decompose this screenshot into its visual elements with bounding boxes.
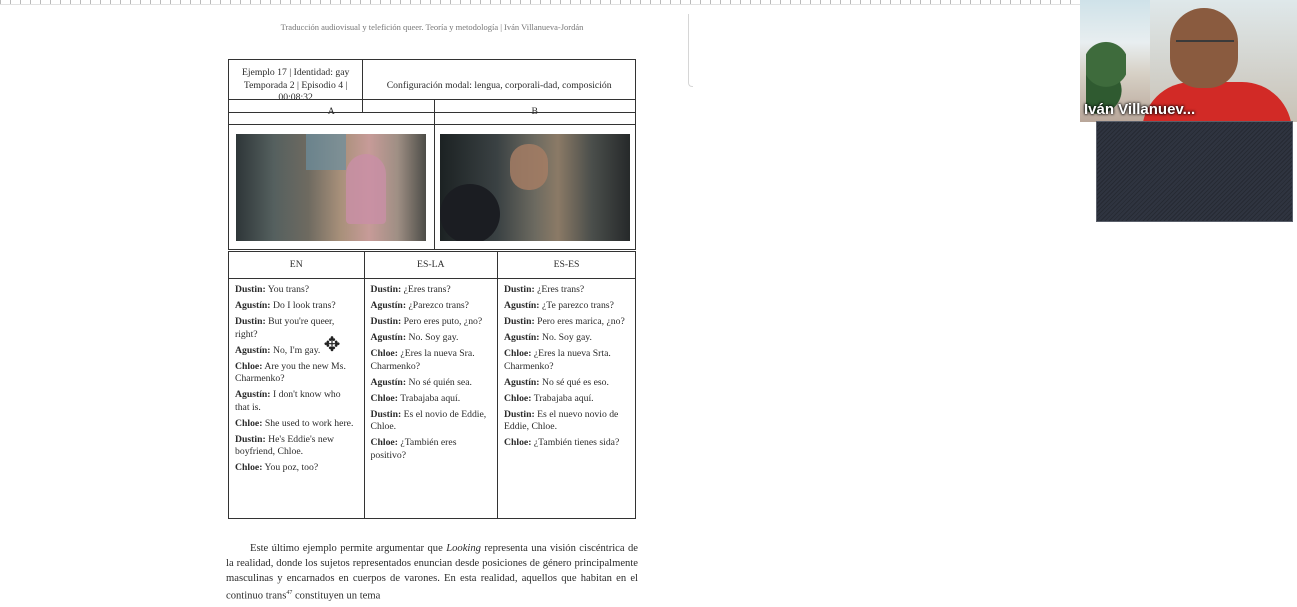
dialogue-line: Chloe: You poz, too?	[235, 462, 358, 475]
dialogue-line: Chloe: Trabajaba aquí.	[504, 393, 629, 406]
dialogue-line: Chloe: ¿Eres la nueva Srta. Charmenko?	[504, 348, 629, 373]
dialogue-line: Agustín: Do I look trans?	[235, 300, 358, 313]
dialogue-line: Chloe: ¿Eres la nueva Sra. Charmenko?	[371, 348, 491, 373]
still-image-a	[236, 133, 427, 241]
dialogue-text: No sé qué es eso.	[539, 376, 609, 388]
paragraph-text-3: constituyen un tema	[292, 590, 381, 602]
dialogue-line: Chloe: Are you the new Ms. Charmenko?	[235, 361, 358, 386]
still-image-b	[439, 133, 630, 241]
dialogue-text: No sé quién sea.	[406, 376, 472, 388]
dialogue-text: No. Soy gay.	[406, 332, 459, 343]
speaker-name: Agustín:	[504, 332, 540, 343]
dialogue-line: Agustín: ¿Parezco trans?	[371, 300, 491, 313]
speaker-name: Agustín:	[235, 300, 271, 311]
dialogue-line: Dustin: ¿Eres trans?	[504, 284, 629, 297]
body-paragraph: Este último ejemplo permite argumentar q…	[226, 541, 638, 604]
participant-name-label: Iván Villanuev...	[1084, 101, 1196, 118]
dialogue-line: Agustín: No sé qué es eso.	[504, 377, 629, 390]
dialogue-text: Do I look trans?	[270, 300, 336, 311]
speaker-name: Chloe:	[370, 392, 398, 404]
speaker-name: Chloe:	[235, 360, 263, 372]
speaker-name: Agustín:	[235, 344, 271, 356]
dialogue-line: Agustín: No. Soy gay.	[504, 332, 629, 345]
dialogue-line: Dustin: Pero eres marica, ¿no?	[504, 316, 629, 329]
dialogue-es-es: Dustin: ¿Eres trans? Agustín: ¿Te parezco…	[497, 278, 636, 519]
speaker-name: Chloe:	[235, 417, 263, 429]
speaker-name: Chloe:	[235, 462, 263, 473]
example-id: Ejemplo 17 | Identidad: gay	[241, 67, 350, 78]
dialogue-line: Agustín: No. Soy gay.	[371, 332, 491, 345]
dialogue-line: Chloe: ¿También eres positivo?	[371, 437, 491, 462]
speaker-name: Dustin:	[504, 284, 535, 295]
speaker-name: Agustín:	[235, 389, 271, 400]
dialogue-line: Chloe: Trabajaba aquí.	[371, 393, 491, 406]
top-ruler	[0, 0, 1080, 5]
speaker-name: Agustín:	[370, 332, 407, 343]
dialogue-line: Dustin: Es el nuevo novio de Eddie, Chlo…	[504, 409, 629, 434]
dialogue-line: Agustín: I don't know who that is.	[235, 389, 358, 414]
speaker-name: Chloe:	[504, 348, 532, 359]
speaker-name: Dustin:	[504, 408, 535, 420]
dialogue-line: Agustín: No sé quién sea.	[371, 377, 491, 390]
paragraph-text: Este último ejemplo permite argumentar q…	[250, 543, 447, 554]
speaker-name: Agustín:	[504, 376, 540, 388]
dialogue-line: Dustin: He's Eddie's new boyfriend, Chlo…	[235, 434, 358, 459]
dialogue-line: Dustin: Pero eres puto, ¿no?	[371, 316, 491, 329]
dialogue-text: She used to work here.	[262, 417, 354, 429]
speaker-name: Agustín:	[504, 300, 540, 311]
lang-esla-header: ES-LA	[363, 251, 499, 279]
lang-en-header: EN	[228, 251, 365, 279]
dialogue-table: EN ES-LA ES-ES Dustin: You trans? Agustín…	[228, 251, 636, 519]
running-header: Traducción audiovisual y telefición quee…	[280, 22, 584, 32]
speaker-name: Agustín:	[370, 300, 407, 311]
speaker-name: Dustin:	[235, 433, 266, 445]
dialogue-line: Agustín: ¿Te parezco trans?	[504, 300, 629, 313]
dialogue-line: Chloe: ¿También tienes sida?	[504, 437, 629, 450]
speaker-name: Dustin:	[235, 316, 266, 327]
video-tile-empty[interactable]	[1096, 121, 1293, 222]
still-a-cell	[228, 124, 435, 250]
dialogue-en: Dustin: You trans? Agustín: Do I look tra…	[228, 278, 365, 519]
dialogue-text: ¿Parezco trans?	[406, 300, 469, 311]
column-b-label: B	[433, 99, 637, 125]
speaker-name: Agustín:	[370, 376, 407, 388]
column-a-label: A	[228, 99, 435, 125]
example-table-body: A B	[228, 99, 637, 250]
still-b-cell	[433, 124, 637, 250]
speaker-name: Dustin:	[235, 284, 266, 295]
speaker-name: Chloe:	[370, 437, 398, 448]
video-tile-presenter[interactable]: Iván Villanuev...	[1080, 0, 1297, 122]
speaker-name: Dustin:	[370, 284, 402, 295]
dialogue-text: Pero eres puto, ¿no?	[401, 316, 483, 327]
speaker-name: Chloe:	[370, 348, 398, 359]
page-corner-divider	[688, 14, 693, 87]
speaker-name: Dustin:	[504, 316, 535, 327]
dialogue-line: Chloe: She used to work here.	[235, 418, 358, 431]
lang-eses-header: ES-ES	[497, 251, 636, 279]
dialogue-text: No. Soy gay.	[539, 332, 592, 343]
move-cursor-icon: ✥	[323, 334, 341, 356]
dialogue-text: ¿Te parezco trans?	[539, 300, 614, 311]
dialogue-es-la: Dustin: ¿Eres trans? Agustín: ¿Parezco tr…	[363, 278, 499, 519]
dialogue-text: ¿Eres trans?	[534, 284, 585, 295]
dialogue-text: Trabajaba aquí.	[531, 392, 594, 404]
dialogue-text: ¿Eres trans?	[401, 284, 451, 295]
dialogue-line: Dustin: ¿Eres trans?	[371, 284, 491, 297]
paragraph-emphasis: Looking	[446, 543, 481, 554]
participant-glasses	[1176, 40, 1234, 50]
speaker-name: Dustin:	[370, 316, 402, 327]
dialogue-text: No, I'm gay.	[270, 344, 321, 356]
dialogue-line: Dustin: Es el novio de Eddie, Chloe.	[371, 409, 491, 434]
speaker-name: Dustin:	[370, 408, 402, 420]
dialogue-text: ¿También tienes sida?	[531, 437, 620, 448]
dialogue-line: Dustin: You trans?	[235, 284, 358, 297]
dialogue-text: You trans?	[265, 284, 310, 295]
speaker-name: Chloe:	[504, 437, 532, 448]
dialogue-text: Pero eres marica, ¿no?	[534, 316, 625, 327]
dialogue-text: You poz, too?	[262, 462, 319, 473]
dialogue-text: Trabajaba aquí.	[397, 392, 461, 404]
speaker-name: Chloe:	[504, 392, 532, 404]
